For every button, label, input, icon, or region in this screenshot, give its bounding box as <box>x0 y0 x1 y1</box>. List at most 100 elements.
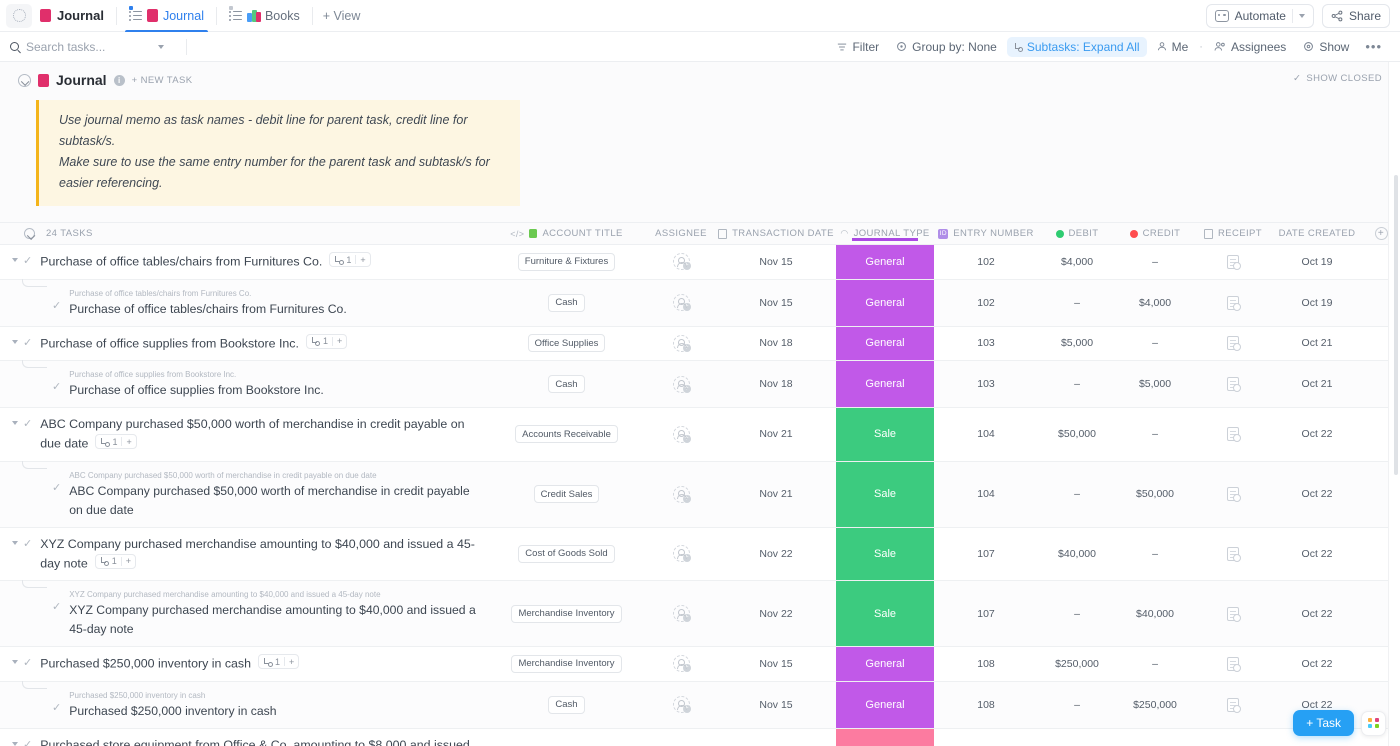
assignee-cell[interactable]: + <box>646 729 716 746</box>
add-view-button[interactable]: + View <box>315 9 369 23</box>
table-row[interactable]: ✓ABC Company purchased $50,000 worth of … <box>0 408 1400 462</box>
transaction-date-cell[interactable]: Nov 22 <box>716 581 836 646</box>
apps-fab[interactable] <box>1361 711 1386 736</box>
journal-type-badge[interactable]: General <box>836 647 934 681</box>
journal-type-badge[interactable]: Sale <box>836 581 934 646</box>
debit-cell[interactable]: $250,000 <box>1038 647 1116 681</box>
account-title-chip[interactable]: Credit Sales <box>534 485 600 503</box>
entry-number-cell[interactable]: 107 <box>934 581 1038 646</box>
journal-type-badge[interactable]: Payment <box>836 729 934 746</box>
column-header-transaction-date[interactable]: TRANSACTION DATE <box>716 228 836 239</box>
journal-type-badge[interactable]: General <box>836 361 934 407</box>
assignee-cell[interactable]: + <box>646 361 716 407</box>
collapse-list-button[interactable] <box>18 74 31 87</box>
task-name-cell[interactable]: ✓Purchased $250,000 inventory in cashPur… <box>0 682 487 728</box>
attachment-file-icon[interactable] <box>1227 255 1239 269</box>
transaction-date-cell[interactable]: Nov 15 <box>716 280 836 326</box>
account-title-cell[interactable]: Cash <box>487 280 646 326</box>
group-by-button[interactable]: Group by: None <box>889 37 1004 57</box>
expand-caret-icon[interactable] <box>12 742 18 746</box>
receipt-cell[interactable] <box>1194 682 1272 728</box>
attachment-file-icon[interactable] <box>1227 377 1239 391</box>
search-container[interactable] <box>10 40 180 54</box>
account-title-cell[interactable]: Cash <box>487 361 646 407</box>
entry-number-cell[interactable]: 104 <box>934 462 1038 527</box>
add-assignee-icon[interactable]: + <box>673 335 690 352</box>
transaction-date-cell[interactable]: Nov 18 <box>716 361 836 407</box>
subtask-count-badge[interactable]: 1+ <box>95 434 136 449</box>
expand-caret-icon[interactable] <box>12 258 18 262</box>
subtask-count-badge[interactable]: 1+ <box>329 252 370 267</box>
receipt-cell[interactable] <box>1194 528 1272 581</box>
entry-number-cell[interactable]: 103 <box>934 361 1038 407</box>
account-title-cell[interactable]: Furniture & Fixtures <box>487 245 646 279</box>
column-header-debit[interactable]: DEBIT <box>1038 228 1116 239</box>
journal-type-badge[interactable]: General <box>836 327 934 361</box>
task-name-cell[interactable]: ✓Purchase of office supplies from Bookst… <box>0 361 487 407</box>
chevron-down-icon[interactable] <box>158 45 164 49</box>
app-logo-button[interactable] <box>6 4 32 28</box>
more-options-button[interactable]: ••• <box>1359 39 1388 54</box>
column-header-entry-number[interactable]: ID ENTRY NUMBER <box>934 228 1038 239</box>
account-title-chip[interactable]: Office Supplies <box>528 334 606 352</box>
subtasks-button[interactable]: Subtasks: Expand All <box>1007 37 1147 57</box>
receipt-cell[interactable] <box>1194 408 1272 461</box>
entry-number-cell[interactable]: 108 <box>934 647 1038 681</box>
credit-cell[interactable]: – <box>1116 647 1194 681</box>
task-name-cell[interactable]: ✓Purchase of office tables/chairs from F… <box>0 280 487 326</box>
credit-cell[interactable]: – <box>1116 327 1194 361</box>
task-name-cell[interactable]: ✓ABC Company purchased $50,000 worth of … <box>0 408 487 461</box>
assignee-cell[interactable]: + <box>646 581 716 646</box>
journal-type-badge[interactable]: General <box>836 280 934 326</box>
receipt-cell[interactable] <box>1194 581 1272 646</box>
tab-books[interactable]: Books <box>219 0 310 32</box>
add-assignee-icon[interactable]: + <box>673 605 690 622</box>
account-title-cell[interactable]: Cost of Goods Sold <box>487 528 646 581</box>
debit-cell[interactable]: $8,000 <box>1038 729 1116 746</box>
task-name-cell[interactable]: ✓Purchased $250,000 inventory in cash1+ <box>0 647 487 681</box>
entry-number-cell[interactable]: 107 <box>934 528 1038 581</box>
transaction-date-cell[interactable]: Nov 21 <box>716 462 836 527</box>
account-title-cell[interactable]: Store Equipment <box>487 729 646 746</box>
expand-caret-icon[interactable] <box>12 660 18 664</box>
debit-cell[interactable]: – <box>1038 361 1116 407</box>
task-name-cell[interactable]: ✓Purchase of office tables/chairs from F… <box>0 245 487 279</box>
assignee-cell[interactable]: + <box>646 528 716 581</box>
transaction-date-cell[interactable]: Nov 15 <box>716 682 836 728</box>
entry-number-cell[interactable]: 102 <box>934 280 1038 326</box>
task-name-cell[interactable]: ✓XYZ Company purchased merchandise amoun… <box>0 528 487 581</box>
account-title-cell[interactable]: Credit Sales <box>487 462 646 527</box>
entry-number-cell[interactable]: 104 <box>934 408 1038 461</box>
assignee-cell[interactable]: + <box>646 682 716 728</box>
attachment-file-icon[interactable] <box>1227 427 1239 441</box>
add-assignee-icon[interactable]: + <box>673 376 690 393</box>
expand-caret-icon[interactable] <box>12 340 18 344</box>
show-button[interactable]: Show <box>1296 37 1356 57</box>
credit-cell[interactable]: – <box>1116 528 1194 581</box>
receipt-cell[interactable] <box>1194 327 1272 361</box>
attachment-file-icon[interactable] <box>1227 547 1239 561</box>
search-input[interactable] <box>26 40 151 54</box>
column-header-journal-type[interactable]: ◠ JOURNAL TYPE <box>836 228 934 239</box>
table-row[interactable]: ✓XYZ Company purchased merchandise amoun… <box>0 528 1400 582</box>
attachment-file-icon[interactable] <box>1227 296 1239 310</box>
table-row-subtask[interactable]: ✓Purchase of office tables/chairs from F… <box>0 280 1400 327</box>
receipt-cell[interactable] <box>1194 245 1272 279</box>
account-title-cell[interactable]: Merchandise Inventory <box>487 647 646 681</box>
assignee-cell[interactable]: + <box>646 408 716 461</box>
debit-cell[interactable]: $5,000 <box>1038 327 1116 361</box>
column-header-name[interactable]: 24 TASKS <box>0 228 487 239</box>
add-subtask-plus-icon[interactable]: + <box>126 437 131 447</box>
task-name-cell[interactable]: ✓Purchase of office supplies from Bookst… <box>0 327 487 361</box>
subtask-count-badge[interactable]: 1+ <box>258 654 299 669</box>
journal-type-badge[interactable]: General <box>836 682 934 728</box>
debit-cell[interactable]: – <box>1038 581 1116 646</box>
entry-number-cell[interactable]: 103 <box>934 327 1038 361</box>
task-complete-checkmark[interactable]: ✓ <box>23 336 32 349</box>
subtask-count-badge[interactable]: 1+ <box>95 554 136 569</box>
tab-journal[interactable]: Journal <box>119 0 214 32</box>
task-name-cell[interactable]: ✓ABC Company purchased $50,000 worth of … <box>0 462 487 527</box>
table-row-subtask[interactable]: ✓XYZ Company purchased merchandise amoun… <box>0 581 1400 647</box>
attachment-file-icon[interactable] <box>1227 607 1239 621</box>
column-header-date-created[interactable]: DATE CREATED <box>1272 228 1362 239</box>
